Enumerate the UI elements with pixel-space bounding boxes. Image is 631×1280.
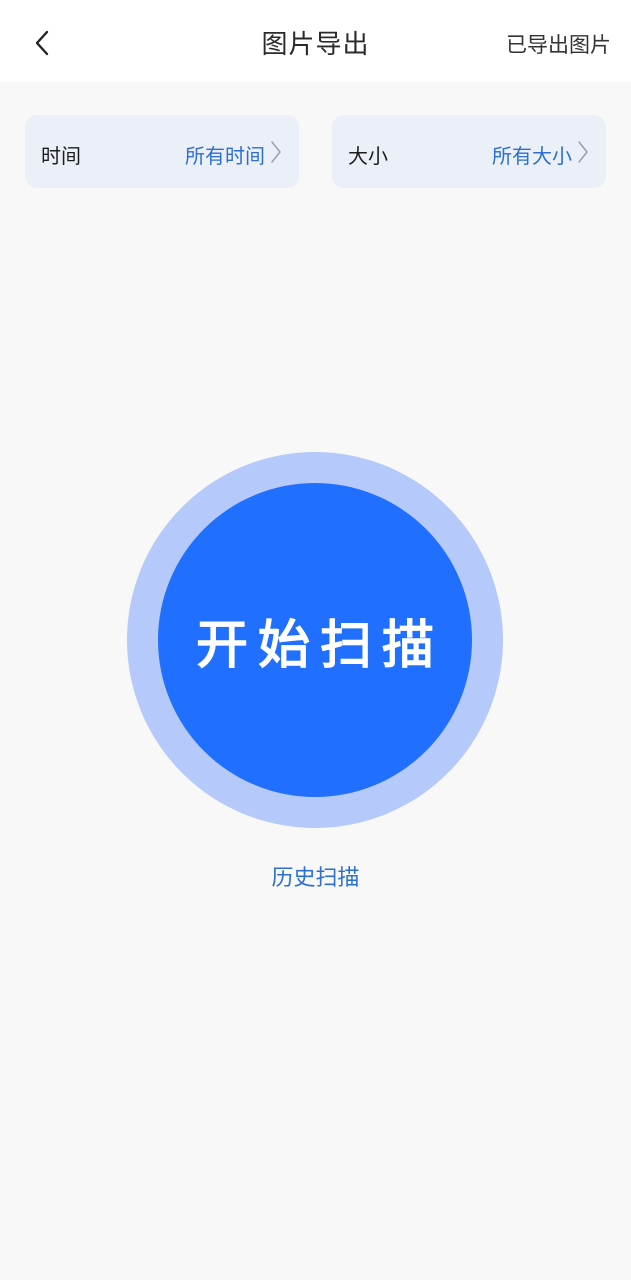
size-filter-label: 大小 [348, 144, 388, 168]
time-filter[interactable]: 时间 所有时间 [25, 115, 299, 188]
exported-images-button[interactable]: 已导出图片 [506, 29, 611, 59]
time-filter-label: 时间 [41, 144, 81, 168]
back-button[interactable] [20, 21, 64, 65]
size-filter-value: 所有大小 [492, 144, 572, 168]
filter-bar: 时间 所有时间 大小 所有大小 [25, 115, 606, 188]
history-scan-row: 历史扫描 [0, 860, 631, 892]
time-filter-value: 所有时间 [185, 144, 265, 168]
chevron-left-icon [35, 30, 49, 56]
start-scan-button[interactable]: 开始扫描 [158, 483, 472, 797]
chevron-right-icon [578, 141, 588, 163]
history-scan-link[interactable]: 历史扫描 [271, 866, 359, 891]
chevron-right-icon [271, 141, 281, 163]
page: 图片导出 已导出图片 时间 所有时间 大小 所有大小 开始扫描 历史扫描 [0, 0, 631, 1280]
size-filter[interactable]: 大小 所有大小 [332, 115, 606, 188]
start-scan-label: 开始扫描 [195, 615, 444, 676]
header-bar: 图片导出 已导出图片 [0, 0, 631, 82]
